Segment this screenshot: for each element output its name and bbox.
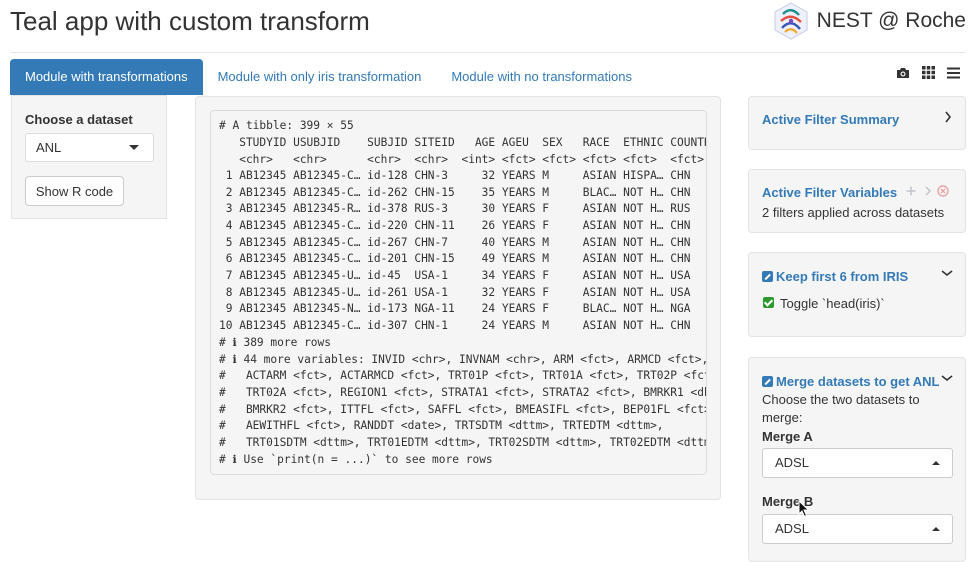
merge-b-select[interactable]: ADSL — [762, 514, 953, 544]
output-panel: # A tibble: 399 × 55 STUDYID USUBJID SUB… — [195, 96, 721, 500]
caret-up-icon — [932, 461, 940, 465]
chevron-right-icon[interactable] — [944, 111, 952, 123]
dataset-select-value: ANL — [36, 140, 62, 155]
mouse-cursor-icon — [798, 500, 810, 518]
dataset-select[interactable]: ANL — [25, 133, 154, 162]
show-r-code-button[interactable]: Show R code — [25, 176, 124, 206]
dataset-panel: Choose a dataset ANL Show R code — [11, 95, 167, 219]
keep-first-panel: Keep first 6 from IRIS Toggle `head(iris… — [748, 252, 966, 337]
chevron-down-icon[interactable] — [941, 374, 953, 382]
merge-description-line-1: Choose the two datasets to — [762, 392, 920, 407]
output-line: 5 AB12345 AB12345-C… id-267 CHN-7 40 YEA… — [219, 236, 691, 249]
output-line: # ACTARM <fct>, ACTARMCD <fct>, TRT01P <… — [219, 369, 707, 382]
menu-icon[interactable] — [947, 67, 960, 79]
edit-icon — [762, 271, 773, 282]
add-icon[interactable] — [906, 186, 916, 196]
output-line: STUDYID USUBJID SUBJID SITEID AGE AGEU S… — [219, 136, 707, 149]
output-line: # TRT01SDTM <dttm>, TRT01EDTM <dttm>, TR… — [219, 436, 707, 449]
module-tabs: Module with transformations Module with … — [10, 59, 647, 95]
active-filter-variables-panel: Active Filter Variables 2 filters applie… — [748, 169, 966, 233]
chevron-right-icon[interactable] — [924, 186, 932, 196]
toggle-head-iris-label: Toggle `head(iris)` — [780, 296, 885, 311]
title-divider — [10, 52, 966, 53]
keep-first-title: Keep first 6 from IRIS — [762, 269, 908, 284]
merge-description-line-2: merge: — [762, 410, 803, 425]
brand: NEST @ Roche — [773, 2, 966, 40]
toolbar-icons — [884, 66, 960, 79]
output-line: # A tibble: 399 × 55 — [219, 119, 354, 132]
active-filter-summary-panel: Active Filter Summary — [748, 96, 966, 150]
output-line: 6 AB12345 AB12345-C… id-201 CHN-15 49 YE… — [219, 252, 691, 265]
merge-datasets-title: Merge datasets to get ANL — [762, 374, 940, 389]
filters-applied-status: 2 filters applied across datasets — [762, 205, 945, 220]
active-filter-variables-title: Active Filter Variables — [762, 185, 898, 200]
active-filter-summary-title[interactable]: Active Filter Summary — [762, 112, 899, 127]
output-line: 8 AB12345 AB12345-U… id-261 USA-1 32 YEA… — [219, 286, 691, 299]
grid-icon[interactable] — [922, 66, 935, 79]
toggle-head-iris-checkbox[interactable] — [763, 297, 774, 308]
merge-datasets-panel: Merge datasets to get ANL Choose the two… — [748, 357, 966, 562]
tab-module-with-no-transformations[interactable]: Module with no transformations — [436, 59, 647, 95]
output-line: # AEWITHFL <fct>, RANDDT <date>, TRTSDTM… — [219, 419, 664, 432]
brand-name: NEST @ Roche — [816, 9, 966, 32]
tab-module-with-transformations[interactable]: Module with transformations — [10, 59, 203, 95]
choose-dataset-label: Choose a dataset — [25, 112, 133, 127]
caret-down-icon — [129, 145, 139, 150]
output-line: 2 AB12345 AB12345-C… id-262 CHN-15 35 YE… — [219, 186, 691, 199]
output-line: # ℹ Use `print(n = ...)` to see more row… — [219, 453, 493, 466]
output-line: 3 AB12345 AB12345-R… id-378 RUS-3 30 YEA… — [219, 202, 691, 215]
keep-first-title-text: Keep first 6 from IRIS — [776, 269, 909, 284]
app-title: Teal app with custom transform — [10, 6, 370, 36]
merge-b-value: ADSL — [775, 521, 809, 536]
output-line: # ℹ 44 more variables: INVID <chr>, INVN… — [219, 353, 707, 366]
nest-logo-icon — [774, 2, 808, 40]
output-line: <chr> <chr> <chr> <chr> <int> <fct> <fct… — [219, 153, 704, 166]
tab-module-with-only-iris-transformation[interactable]: Module with only iris transformation — [203, 59, 437, 95]
merge-a-label: Merge A — [762, 429, 813, 444]
output-line: # ℹ 389 more rows — [219, 336, 332, 349]
remove-circle-icon[interactable] — [937, 185, 949, 197]
caret-up-icon — [932, 527, 940, 531]
output-line: # TRT02A <fct>, REGION1 <fct>, STRATA1 <… — [219, 386, 707, 399]
output-line: 7 AB12345 AB12345-U… id-45 USA-1 34 YEAR… — [219, 269, 691, 282]
edit-icon — [762, 376, 773, 387]
output-line: 4 AB12345 AB12345-C… id-220 CHN-11 26 YE… — [219, 219, 691, 232]
chevron-down-icon[interactable] — [941, 269, 953, 277]
tibble-output: # A tibble: 399 × 55 STUDYID USUBJID SUB… — [210, 110, 707, 475]
camera-icon[interactable] — [896, 67, 910, 79]
output-line: 1 AB12345 AB12345-C… id-128 CHN-3 32 YEA… — [219, 169, 691, 182]
merge-a-value: ADSL — [775, 455, 809, 470]
merge-datasets-title-text: Merge datasets to get ANL — [776, 374, 940, 389]
output-line: 9 AB12345 AB12345-N… id-173 NGA-11 24 YE… — [219, 302, 691, 315]
output-line: 10 AB12345 AB12345-C… id-307 CHN-1 24 YE… — [219, 319, 691, 332]
merge-a-select[interactable]: ADSL — [762, 448, 953, 478]
output-line: # BMRKR2 <fct>, ITTFL <fct>, SAFFL <fct>… — [219, 403, 707, 416]
